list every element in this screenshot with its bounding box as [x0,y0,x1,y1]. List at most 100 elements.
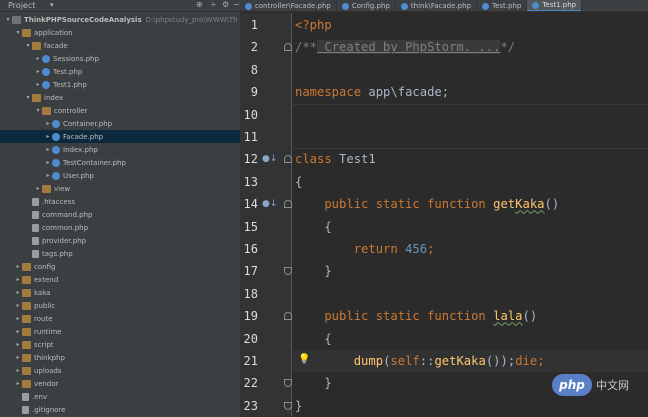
chevron-down-icon[interactable]: ▾ [24,42,32,49]
code-line[interactable] [293,59,648,81]
tree-folder[interactable]: ▾ facade [0,39,240,52]
chevron-right-icon[interactable]: ▸ [34,81,42,88]
gear-icon[interactable]: ⚙ [222,0,229,9]
tree-file[interactable]: tags.php [0,247,240,260]
chevron-right-icon[interactable]: ▸ [14,289,22,296]
tree-folder[interactable]: ▾ ThinkPHPSourceCodeAnalysis D:\phpstudy_p… [0,13,240,26]
editor-tab[interactable]: think\Facade.php [396,0,477,11]
fold-marker-icon[interactable] [284,401,292,410]
chevron-down-icon[interactable]: ▾ [50,1,54,9]
chevron-down-icon[interactable]: ▾ [34,107,42,114]
chevron-right-icon[interactable]: ▸ [14,302,22,309]
fold-marker-icon[interactable] [284,200,292,209]
tree-file[interactable]: .env [0,390,240,403]
tree-folder[interactable]: ▸ vendor [0,377,240,390]
project-title[interactable]: Project [8,1,35,10]
tree-file[interactable]: ▸ Container.php [0,117,240,130]
chevron-right-icon[interactable]: ▸ [44,159,52,166]
chevron-right-icon[interactable]: ▸ [34,55,42,62]
tree-file[interactable]: .gitignore [0,403,240,416]
code-line[interactable]: } [293,395,648,417]
code-line[interactable]: /** Created by PhpStorm. ...*/ [293,36,648,58]
editor-tab[interactable]: Config.php [337,0,396,11]
tree-file[interactable]: ▸ Test.php [0,65,240,78]
code-line[interactable] [293,126,648,148]
code-token: return [295,242,406,256]
code-line[interactable]: dump(self::getKaka());die; [293,350,648,372]
tree-file[interactable]: .htaccess [0,195,240,208]
fold-marker-icon[interactable] [284,267,292,276]
chevron-right-icon[interactable]: ▸ [44,146,52,153]
tree-file[interactable]: ▸ Index.php [0,143,240,156]
tree-folder[interactable]: ▸ script [0,338,240,351]
code-line[interactable]: public static function getKaka() [293,193,648,215]
hide-panel-icon[interactable]: − [233,0,240,9]
implementation-marker-icon[interactable]: ●↓ [262,148,277,170]
code-line[interactable] [293,104,648,126]
tree-folder[interactable]: ▾ index [0,91,240,104]
tree-folder[interactable]: ▸ route [0,312,240,325]
file-icon [32,223,39,232]
tree-folder[interactable]: ▸ view [0,182,240,195]
code-line[interactable]: { [293,171,648,193]
fold-marker-icon[interactable] [284,312,292,321]
globe-icon[interactable]: ⊕ [196,0,203,9]
chevron-right-icon[interactable]: ▸ [14,315,22,322]
folder-icon [22,275,31,284]
fold-marker-icon[interactable] [284,43,292,52]
editor-tab[interactable]: Test.php [477,0,528,11]
code-line[interactable] [293,283,648,305]
tree-folder[interactable]: ▸ extend [0,273,240,286]
tree-folder[interactable]: ▾ application [0,26,240,39]
tree-folder[interactable]: ▸ uploads [0,364,240,377]
fold-marker-icon[interactable] [284,155,292,164]
chevron-right-icon[interactable]: ▸ [14,276,22,283]
tree-folder[interactable]: ▸ config [0,260,240,273]
tree-item-label: User.php [63,171,94,180]
code-line[interactable]: class Test1 [293,148,648,170]
chevron-right-icon[interactable]: ▸ [44,133,52,140]
code-line[interactable]: public static function lala() [293,305,648,327]
tree-file[interactable]: ▸ Facade.php [0,130,240,143]
code-token: get [493,197,516,212]
tree-file[interactable]: provider.php [0,234,240,247]
chevron-right-icon[interactable]: ▸ [34,68,42,75]
chevron-right-icon[interactable]: ▸ [44,172,52,179]
editor-tab[interactable]: controller\Facade.php [240,0,337,11]
chevron-right-icon[interactable]: ▸ [14,341,22,348]
tree-file[interactable]: command.php [0,208,240,221]
implementation-marker-icon[interactable]: ●↓ [262,193,277,215]
chevron-down-icon[interactable]: ▾ [14,29,22,36]
chevron-right-icon[interactable]: ▸ [14,367,22,374]
tree-file[interactable]: ▸ Test1.php [0,78,240,91]
code-line[interactable]: } [293,260,648,282]
tree-folder[interactable]: ▸ thinkphp [0,351,240,364]
chevron-right-icon[interactable]: ▸ [14,263,22,270]
code-line[interactable]: <?php [293,14,648,36]
tree-folder[interactable]: ▸ kaka [0,286,240,299]
tree-folder[interactable]: ▸ public [0,299,240,312]
watermark-logo: php 中文网 [552,372,636,398]
code-line[interactable]: namespace app\facade; [293,81,648,103]
code-line[interactable]: { [293,216,648,238]
chevron-right-icon[interactable]: ▸ [14,328,22,335]
chevron-right-icon[interactable]: ▸ [14,380,22,387]
tree-file[interactable]: ▸ TestContainer.php [0,156,240,169]
code-editor[interactable]: <?php /** Created by PhpStorm. ...*/ names… [293,13,648,417]
code-line[interactable]: return 456; [293,238,648,260]
tree-file[interactable]: ▸ User.php [0,169,240,182]
collapse-icon[interactable]: ÷ [210,0,217,9]
chevron-down-icon[interactable]: ▾ [24,94,32,101]
chevron-right-icon[interactable]: ▸ [44,120,52,127]
tree-folder[interactable]: ▸ runtime [0,325,240,338]
fold-marker-icon[interactable] [284,379,292,388]
chevron-down-icon[interactable]: ▾ [4,16,12,23]
tree-folder[interactable]: ▾ controller [0,104,240,117]
intention-bulb-icon[interactable]: 💡 [298,354,310,365]
tree-file[interactable]: common.php [0,221,240,234]
code-line[interactable]: { [293,328,648,350]
tree-file[interactable]: ▸ Sessions.php [0,52,240,65]
chevron-right-icon[interactable]: ▸ [14,354,22,361]
editor-tab[interactable]: Test1.php [527,0,583,11]
chevron-right-icon[interactable]: ▸ [34,185,42,192]
